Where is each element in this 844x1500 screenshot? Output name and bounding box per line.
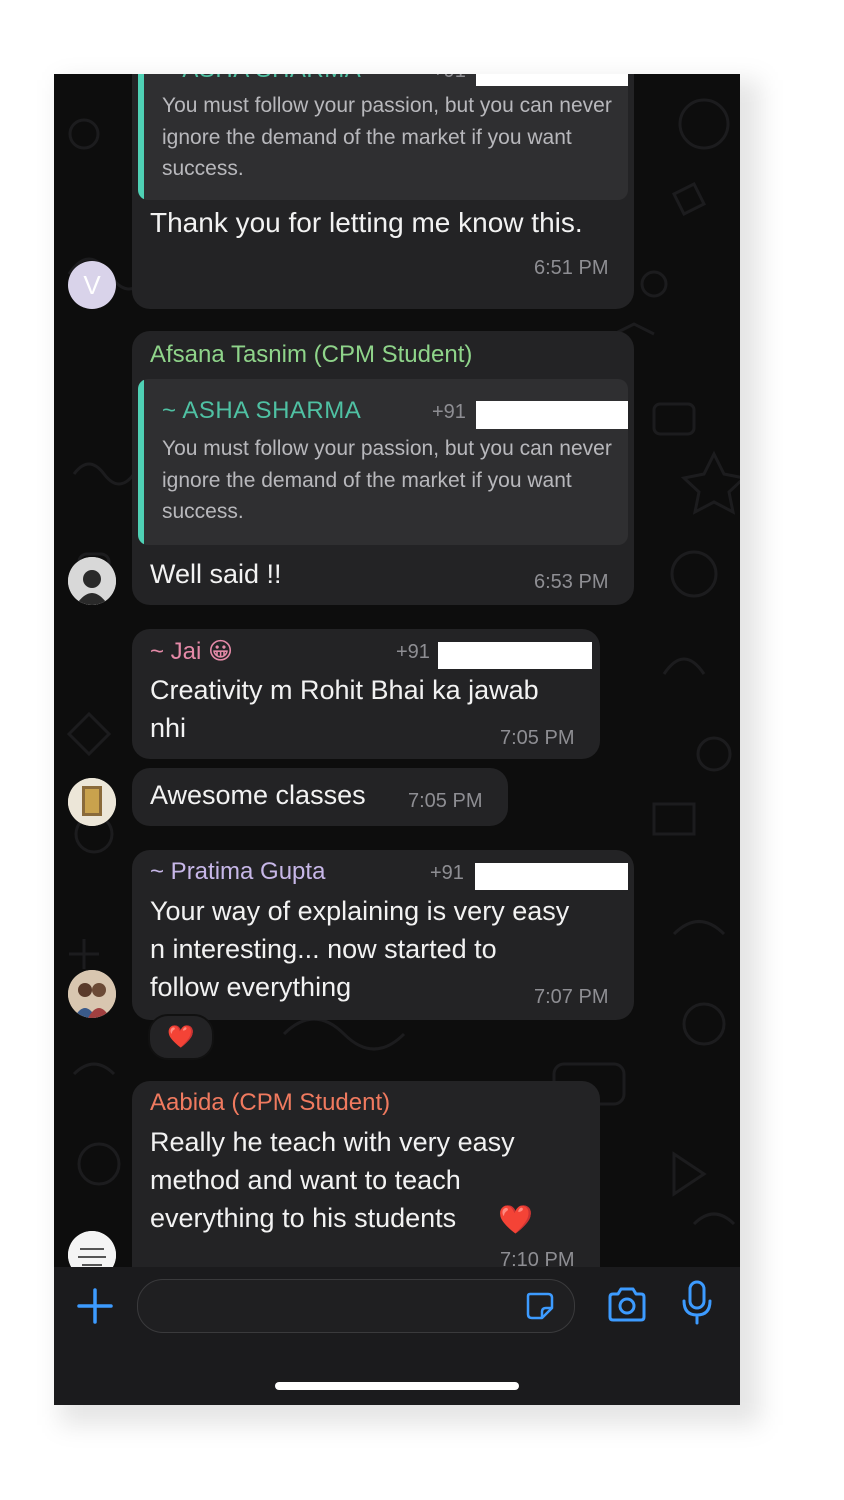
quote-sender-name: ~ ASHA SHARMA [162, 397, 362, 424]
message-bubble[interactable]: Aabida (CPM Student) Really he teach wit… [132, 1081, 600, 1267]
sender-name: ~ Pratima Gupta [150, 858, 326, 885]
avatar[interactable] [68, 970, 116, 1018]
message-time: 7:10 PM [500, 1249, 575, 1267]
avatar[interactable] [68, 778, 116, 826]
message-text-line: n interesting... now started to [150, 934, 497, 964]
message-bubble[interactable]: ~ Jai 😀 +91 Creativity m Rohit Bhai ka j… [132, 629, 600, 759]
avatar-initial: V [83, 270, 101, 300]
message-text-line: follow everything [150, 972, 352, 1002]
sticker-icon[interactable] [524, 1290, 556, 1322]
heart-reaction-icon: ❤️ [167, 1024, 195, 1049]
camera-icon[interactable] [606, 1285, 648, 1325]
heart-emoji: ❤️ [498, 1204, 533, 1235]
redacted-phone [475, 863, 628, 890]
quote-accent-bar [138, 379, 144, 545]
sender-name: Aabida (CPM Student) [150, 1089, 391, 1116]
chat-screen: ~ ASHA SHARMA +91 You must follow your p… [54, 74, 740, 1405]
sender-phone: +91 [396, 641, 430, 663]
quoted-message[interactable]: ~ ASHA SHARMA +91 You must follow your p… [138, 379, 628, 545]
redacted-phone [438, 642, 592, 669]
quote-accent-bar [138, 74, 144, 200]
message-input[interactable] [137, 1279, 575, 1333]
message-text-line: Creativity m Rohit Bhai ka jawab [150, 675, 539, 705]
message-text-line: Your way of explaining is very easy [150, 896, 570, 926]
message-text: Well said !! [150, 559, 282, 589]
redacted-phone [476, 74, 628, 86]
avatar[interactable]: V [68, 261, 116, 309]
quote-text: You must follow your passion, but you ca… [162, 437, 612, 523]
plus-icon[interactable] [76, 1287, 114, 1325]
message-text-line: everything to his students [150, 1203, 457, 1233]
message-time: 7:07 PM [534, 986, 609, 1008]
message-bubble[interactable]: ~ ASHA SHARMA +91 You must follow your p… [132, 74, 634, 309]
microphone-icon[interactable] [680, 1279, 714, 1327]
quote-sender-phone: +91 [432, 74, 466, 83]
reaction-badge[interactable]: ❤️ [148, 1014, 214, 1060]
quote-text: You must follow your passion, but you ca… [162, 94, 612, 180]
message-text: Awesome classes [150, 780, 366, 810]
message-bubble[interactable]: Awesome classes 7:05 PM [132, 768, 508, 826]
avatar-photo [68, 778, 116, 826]
message-time: 6:51 PM [534, 257, 609, 279]
avatar-photo [68, 557, 116, 605]
message-text-line: method and want to teach [150, 1165, 461, 1195]
message-bubble[interactable]: ~ Pratima Gupta +91 Your way of explaini… [132, 850, 634, 1020]
message-text-line: Really he teach with very easy [150, 1127, 515, 1157]
quoted-message[interactable]: ~ ASHA SHARMA +91 You must follow your p… [138, 74, 628, 200]
message-text: Thank you for letting me know this. [150, 207, 583, 238]
avatar[interactable] [68, 557, 116, 605]
redacted-phone [476, 401, 628, 429]
sender-phone: +91 [430, 862, 464, 884]
avatar-photo [68, 970, 116, 1018]
message-bubble[interactable]: Afsana Tasnim (CPM Student) ~ ASHA SHARM… [132, 331, 634, 605]
chat-area[interactable]: ~ ASHA SHARMA +91 You must follow your p… [54, 74, 740, 1267]
sender-name: ~ Jai 😀 [150, 638, 234, 665]
message-time: 7:05 PM [408, 790, 483, 812]
message-time: 7:05 PM [500, 727, 575, 749]
sender-name: Afsana Tasnim (CPM Student) [150, 341, 473, 368]
quote-sender-name: ~ ASHA SHARMA [162, 74, 361, 84]
home-indicator[interactable] [275, 1382, 519, 1390]
message-input-bar [54, 1267, 740, 1405]
message-time: 6:53 PM [534, 571, 609, 593]
quote-sender-phone: +91 [432, 401, 466, 423]
message-text-line: nhi [150, 713, 187, 743]
